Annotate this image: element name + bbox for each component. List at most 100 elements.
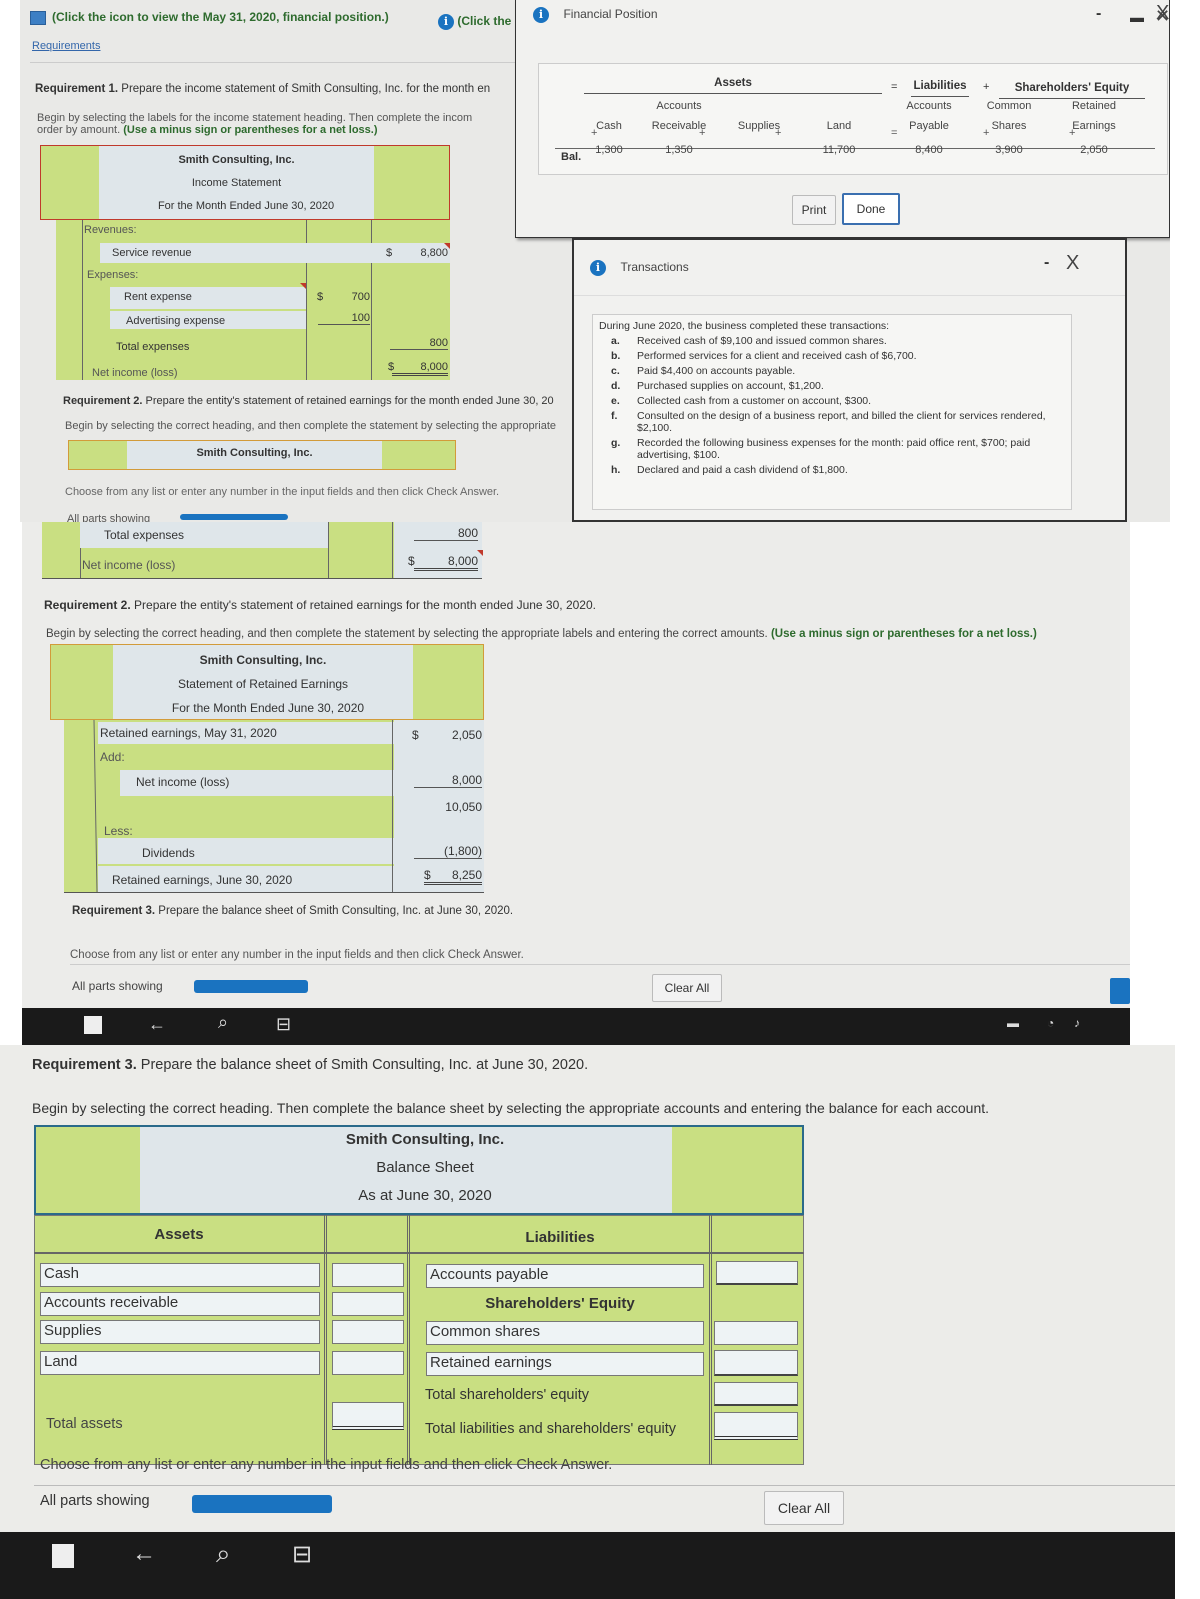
- fp-column-top: Accounts: [906, 100, 952, 112]
- instruction-text: Choose from any list or enter any number…: [70, 949, 524, 961]
- net-income-label[interactable]: Net income (loss): [92, 367, 178, 379]
- financial-position-prompt[interactable]: (Click the icon to view the May 31, 2020…: [30, 10, 389, 25]
- transaction-letter: h.: [611, 464, 621, 476]
- table-icon[interactable]: [30, 10, 46, 25]
- service-revenue-label[interactable]: Service revenue: [112, 247, 192, 259]
- done-button[interactable]: Done: [842, 193, 900, 225]
- clear-all-button[interactable]: Clear All: [652, 974, 722, 1002]
- req2-title: Requirement 2. Prepare the entity's stat…: [63, 395, 554, 407]
- statement-title[interactable]: Balance Sheet: [140, 1159, 710, 1176]
- common-shares-select[interactable]: Common shares: [426, 1321, 704, 1345]
- rent-expense-amount[interactable]: 700: [330, 291, 370, 303]
- info-icon: i: [590, 260, 606, 276]
- asset-amount-input[interactable]: [332, 1351, 404, 1375]
- battery-icon[interactable]: ▬: [1007, 1016, 1019, 1030]
- re-net-income-amount[interactable]: 8,000: [414, 773, 482, 788]
- requirements-link[interactable]: Requirements: [32, 40, 100, 52]
- windows-start-icon[interactable]: [84, 1016, 102, 1034]
- fp-column: Cash 1,300: [574, 100, 644, 156]
- search-icon[interactable]: ⌕: [216, 1538, 231, 1570]
- close-button[interactable]: X: [1066, 252, 1079, 275]
- total-expenses-amount[interactable]: 800: [390, 337, 448, 350]
- dividends-amount[interactable]: (1,800): [414, 844, 482, 859]
- info-icon[interactable]: i: [438, 14, 454, 30]
- accounts-payable-select[interactable]: Accounts payable: [426, 1264, 704, 1288]
- fp-balance: 1,350: [665, 144, 693, 156]
- total-equity-input[interactable]: [714, 1382, 798, 1406]
- volume-icon[interactable]: ♪: [1074, 1016, 1080, 1030]
- re-subtotal-amount[interactable]: 10,050: [414, 800, 482, 814]
- asset-amount-input[interactable]: [332, 1320, 404, 1344]
- parts-progress-bar: [192, 1495, 332, 1513]
- advertising-expense-amount[interactable]: 100: [318, 312, 370, 325]
- asset-account-select[interactable]: Supplies: [40, 1320, 320, 1344]
- accounts-payable-input[interactable]: [716, 1261, 798, 1285]
- transaction-letter: c.: [611, 365, 620, 377]
- transaction-text: Consulted on the design of a business re…: [637, 410, 1046, 434]
- net-income-amount[interactable]: 8,000: [414, 554, 478, 571]
- net-income-amount[interactable]: 8,000: [392, 361, 448, 376]
- statement-title[interactable]: Income Statement: [99, 177, 374, 189]
- total-expenses-amount[interactable]: 800: [414, 526, 478, 541]
- service-revenue-amount[interactable]: 8,800: [400, 247, 448, 259]
- divider: [30, 62, 520, 63]
- net-income-label[interactable]: Net income (loss): [82, 558, 175, 572]
- wifi-icon[interactable]: ◔: [1047, 1016, 1054, 1030]
- asset-amount-input[interactable]: [332, 1292, 404, 1316]
- fp-balance: 3,900: [995, 144, 1023, 156]
- fp-balance: 11,700: [822, 144, 856, 156]
- asset-account-select[interactable]: Land: [40, 1351, 320, 1375]
- total-assets-input[interactable]: [332, 1402, 404, 1430]
- transactions-prompt[interactable]: i (Click the: [438, 14, 511, 30]
- print-button[interactable]: Print: [792, 195, 836, 225]
- minimize-button[interactable]: -: [1044, 254, 1049, 272]
- company-name[interactable]: Smith Consulting, Inc.: [113, 653, 413, 667]
- asset-account-select[interactable]: Cash: [40, 1263, 320, 1287]
- window-minimize-icon[interactable]: ▬: [1130, 9, 1144, 25]
- task-view-icon[interactable]: ⊟: [276, 1014, 291, 1035]
- retained-earnings-input[interactable]: [714, 1350, 798, 1376]
- total-le-input[interactable]: [714, 1412, 798, 1440]
- re-start-label[interactable]: Retained earnings, May 31, 2020: [100, 726, 277, 740]
- company-name[interactable]: Smith Consulting, Inc.: [140, 1131, 710, 1148]
- re-end-amount[interactable]: 8,250: [424, 868, 482, 885]
- re-start-amount[interactable]: 2,050: [426, 728, 482, 742]
- statement-title[interactable]: Statement of Retained Earnings: [113, 677, 413, 691]
- rent-expense-label[interactable]: Rent expense: [124, 291, 192, 303]
- transaction-item: f. Consulted on the design of a business …: [611, 410, 1065, 434]
- total-assets-label: Total assets: [46, 1416, 123, 1432]
- liabilities-header: Liabilities: [911, 80, 969, 97]
- plus-sign: +: [699, 127, 706, 139]
- currency-sign: $: [317, 291, 324, 303]
- clear-all-button[interactable]: Clear All: [764, 1491, 844, 1525]
- asset-amount-input[interactable]: [332, 1263, 404, 1287]
- company-name[interactable]: Smith Consulting, Inc.: [127, 447, 382, 459]
- advertising-expense-label[interactable]: Advertising expense: [126, 315, 225, 327]
- asset-account-select[interactable]: Accounts receivable: [40, 1292, 320, 1316]
- check-answer-button[interactable]: [1110, 978, 1130, 1004]
- plus-sign: +: [983, 81, 990, 93]
- financial-position-dialog: i Financial Position - X Assets = Liabil…: [515, 0, 1170, 238]
- task-view-icon[interactable]: ⊟: [292, 1540, 312, 1569]
- windows-start-icon[interactable]: [52, 1544, 74, 1568]
- back-arrow-icon[interactable]: ←: [132, 1540, 156, 1568]
- info-icon: i: [533, 7, 549, 23]
- back-arrow-icon[interactable]: ←: [148, 1014, 166, 1035]
- statement-date[interactable]: As at June 30, 2020: [140, 1187, 710, 1204]
- company-name[interactable]: Smith Consulting, Inc.: [99, 154, 374, 166]
- fp-balance: 2,050: [1080, 144, 1108, 156]
- dividends-label[interactable]: Dividends: [142, 846, 195, 860]
- total-equity-label: Total shareholders' equity: [425, 1387, 589, 1403]
- minimize-button[interactable]: -: [1096, 5, 1101, 23]
- window-close-icon[interactable]: ✕: [1155, 6, 1170, 27]
- transaction-item: d. Purchased supplies on account, $1,200.: [611, 380, 1065, 392]
- statement-period[interactable]: For the Month Ended June 30, 2020: [41, 200, 451, 212]
- search-icon[interactable]: ⌕: [218, 1012, 228, 1033]
- fp-column-label: Payable: [909, 120, 949, 132]
- statement-period[interactable]: For the Month Ended June 30, 2020: [51, 701, 485, 715]
- re-net-income-label[interactable]: Net income (loss): [136, 775, 229, 789]
- currency-sign: $: [386, 247, 393, 259]
- re-end-label[interactable]: Retained earnings, June 30, 2020: [112, 873, 292, 887]
- common-shares-input[interactable]: [714, 1321, 798, 1345]
- retained-earnings-select[interactable]: Retained earnings: [426, 1352, 704, 1376]
